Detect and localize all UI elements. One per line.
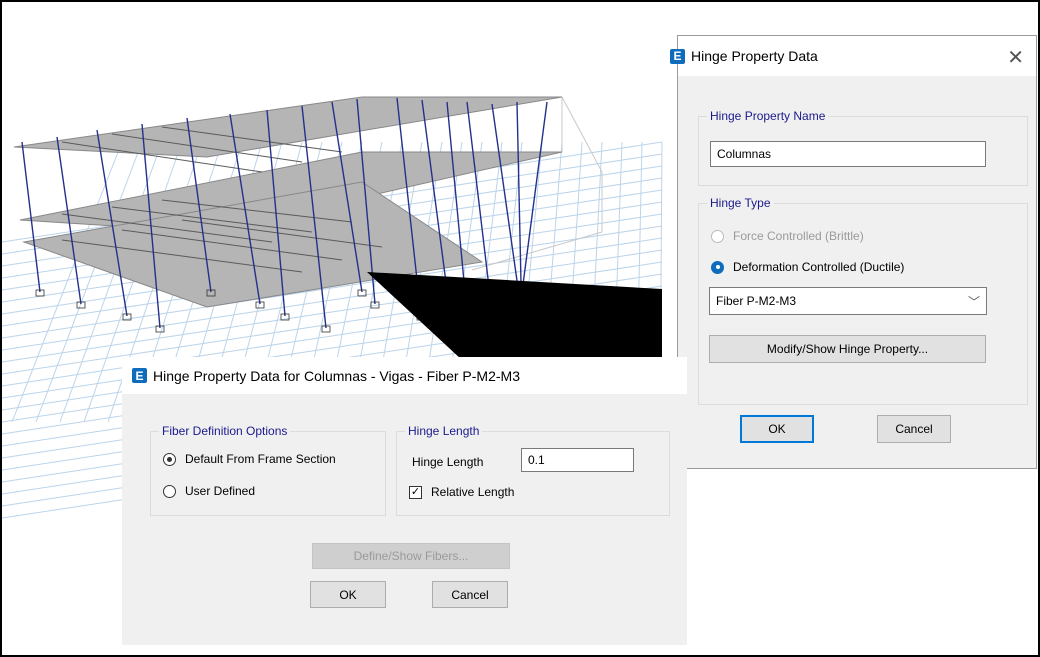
hinge-ok-button[interactable]: OK — [740, 415, 814, 443]
force-controlled-label: Force Controlled (Brittle) — [733, 229, 864, 243]
modify-show-hinge-property-button[interactable]: Modify/Show Hinge Property... — [709, 335, 986, 363]
black-callout-shape — [367, 272, 662, 360]
relative-length-checkbox[interactable]: ✓ — [409, 485, 422, 499]
user-defined-radio-button[interactable] — [163, 484, 176, 498]
fiber-hinge-dialog: E Hinge Property Data for Columnas - Vig… — [122, 357, 687, 645]
hinge-kind-select[interactable]: Fiber P-M2-M3 ﹀ — [709, 287, 987, 315]
fiber-dialog-title: Hinge Property Data for Columnas - Vigas… — [153, 367, 520, 384]
default-from-frame-radio-button[interactable] — [163, 452, 176, 466]
define-show-fibers-button[interactable]: Define/Show Fibers... — [312, 543, 510, 569]
hinge-property-dialog: E Hinge Property Data ✕ Hinge Property N… — [670, 35, 1037, 469]
close-icon[interactable]: ✕ — [1007, 45, 1024, 70]
structural-column — [521, 101, 548, 293]
fiber-cancel-button[interactable]: Cancel — [432, 581, 508, 608]
screenshot-frame: E Hinge Property Data ✕ Hinge Property N… — [0, 0, 1040, 657]
fiber-dialog-titlebar: E Hinge Property Data for Columnas - Vig… — [122, 357, 687, 394]
default-from-frame-label: Default From Frame Section — [185, 452, 336, 466]
hinge-name-input[interactable]: Columnas — [710, 141, 986, 167]
default-from-frame-radio[interactable]: Default From Frame Section — [163, 452, 336, 466]
force-controlled-radio-button[interactable] — [711, 229, 724, 243]
force-controlled-radio[interactable]: Force Controlled (Brittle) — [711, 229, 864, 243]
hinge-cancel-button[interactable]: Cancel — [877, 415, 951, 443]
floor-slab-top — [13, 96, 563, 158]
hinge-name-group: Hinge Property Name Columnas — [698, 109, 1028, 186]
fiber-definition-group-label: Fiber Definition Options — [159, 424, 291, 438]
hinge-length-group: Hinge Length Hinge Length 0.1 ✓ Relative… — [396, 424, 670, 516]
etabs-app-icon: E — [670, 48, 685, 64]
hinge-length-input[interactable]: 0.1 — [521, 448, 634, 472]
hinge-length-group-label: Hinge Length — [405, 424, 483, 438]
chevron-down-icon: ﹀ — [967, 294, 980, 309]
hinge-dialog-title: Hinge Property Data — [691, 48, 818, 64]
hinge-dialog-titlebar: E Hinge Property Data ✕ — [670, 36, 1036, 76]
hinge-name-group-label: Hinge Property Name — [707, 109, 829, 123]
etabs-app-icon: E — [132, 368, 147, 383]
fiber-ok-button[interactable]: OK — [310, 581, 386, 608]
deformation-controlled-radio[interactable]: Deformation Controlled (Ductile) — [711, 260, 904, 274]
hinge-type-group: Hinge Type Force Controlled (Brittle) De… — [698, 196, 1028, 405]
user-defined-radio[interactable]: User Defined — [163, 484, 255, 498]
fiber-definition-group: Fiber Definition Options Default From Fr… — [150, 424, 386, 516]
hinge-kind-select-value: Fiber P-M2-M3 — [716, 294, 797, 308]
hinge-type-group-label: Hinge Type — [707, 196, 774, 210]
hinge-length-label: Hinge Length — [412, 455, 484, 469]
structural-column — [466, 101, 492, 305]
relative-length-checkbox-row[interactable]: ✓ Relative Length — [409, 485, 514, 499]
user-defined-label: User Defined — [185, 484, 256, 498]
relative-length-label: Relative Length — [431, 485, 515, 499]
deformation-controlled-radio-button[interactable] — [711, 260, 724, 274]
deformation-controlled-label: Deformation Controlled (Ductile) — [733, 260, 905, 274]
